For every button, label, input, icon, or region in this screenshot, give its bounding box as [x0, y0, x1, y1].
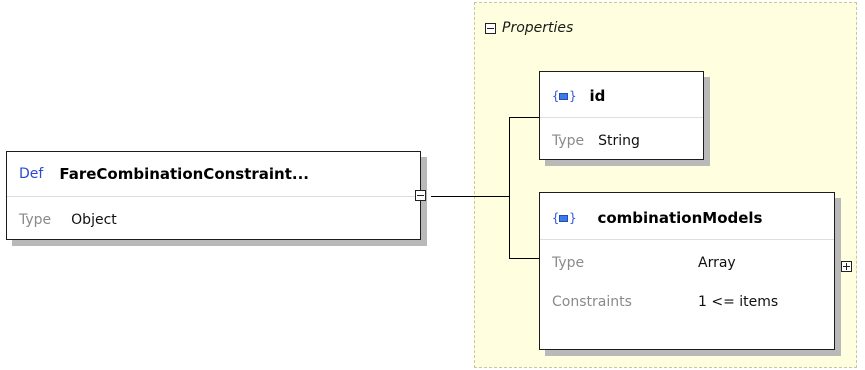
constraints-label: Constraints: [552, 294, 632, 310]
type-label: Type: [19, 212, 52, 228]
type-value: Array: [698, 255, 736, 271]
object-braces-icon: {}: [552, 89, 576, 103]
object-braces-icon: {}: [552, 211, 576, 225]
connector-to-combination-models: [509, 258, 539, 259]
root-definition-node[interactable]: Def FareCombinationConstraint... Type Ob…: [6, 151, 421, 240]
collapse-root-icon[interactable]: [415, 190, 426, 201]
connector-horizontal: [431, 196, 510, 197]
definition-kind-label: Def: [19, 166, 44, 182]
type-label: Type: [552, 255, 585, 271]
expand-array-icon[interactable]: [841, 261, 852, 272]
type-value: Object: [71, 212, 117, 228]
properties-group-title: Properties: [502, 20, 574, 36]
property-name: id: [589, 87, 606, 105]
connector-to-id: [509, 117, 539, 118]
properties-group-header: Properties: [485, 18, 573, 38]
property-name: combinationModels: [597, 209, 763, 227]
collapse-properties-icon[interactable]: [485, 22, 496, 34]
property-node-id[interactable]: {} id Type String: [539, 71, 704, 160]
constraints-value: 1 <= items: [698, 294, 779, 310]
type-label: Type: [552, 133, 585, 149]
connector-vertical: [509, 117, 510, 258]
definition-name: FareCombinationConstraint...: [59, 165, 310, 183]
type-value: String: [598, 133, 640, 149]
property-node-combination-models[interactable]: {} combinationModels Type Array Constrai…: [539, 192, 835, 350]
